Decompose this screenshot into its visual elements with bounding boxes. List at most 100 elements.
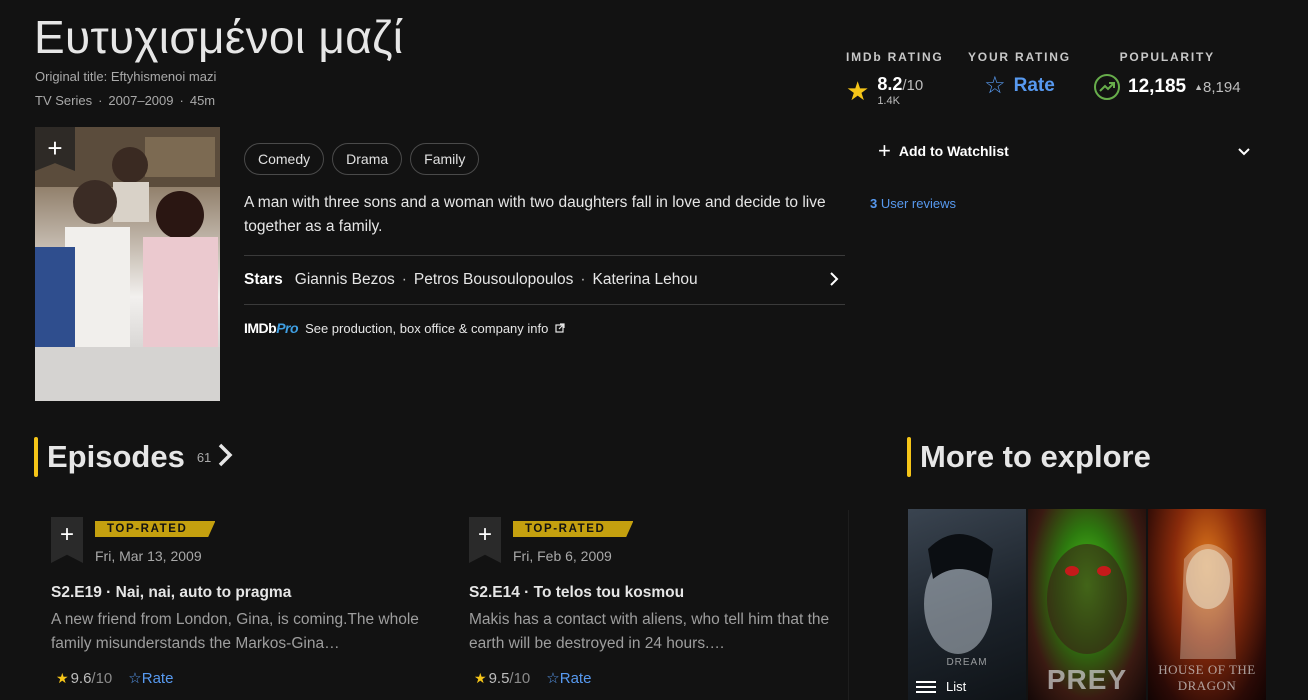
star-outline-icon: ☆ xyxy=(546,670,560,687)
episode-description: Makis has a contact with aliens, who tel… xyxy=(469,611,830,652)
list-badge: List xyxy=(916,679,966,694)
meta-runtime: 45m xyxy=(189,93,216,108)
user-reviews-label: User reviews xyxy=(880,196,956,211)
genre-chip-comedy[interactable]: Comedy xyxy=(244,143,325,175)
episode-rating: ★ 9.5/10 ☆Rate xyxy=(474,669,591,688)
star-filled-icon: ★ xyxy=(474,669,487,686)
episode-code: S2.E19 xyxy=(51,584,102,601)
imdb-score-denom: /10 xyxy=(902,77,924,94)
separator: · xyxy=(580,271,586,288)
rate-button[interactable]: Rate xyxy=(1014,75,1055,97)
chevron-right-icon[interactable] xyxy=(829,270,839,291)
separator: · xyxy=(519,584,534,601)
up-arrow-icon: ▲ xyxy=(1194,81,1204,92)
star-outline-icon: ☆ xyxy=(984,72,1006,99)
popularity[interactable]: POPULARITY 12,185 ▲8,194 xyxy=(1094,50,1241,100)
imdb-score: 8.2 xyxy=(877,74,903,94)
rate-label: Rate xyxy=(141,670,174,687)
stars-label: Stars xyxy=(244,271,283,288)
tile-title: PREY xyxy=(1046,664,1128,695)
chevron-right-icon[interactable] xyxy=(217,443,233,472)
chevron-down-icon[interactable] xyxy=(1238,143,1250,159)
star-link[interactable]: Petros Bousoulopoulos xyxy=(414,271,573,289)
rate-button[interactable]: ☆Rate xyxy=(546,669,591,687)
rate-button[interactable]: ☆Rate xyxy=(128,669,173,687)
popularity-delta-value: 8,194 xyxy=(1203,78,1241,96)
meta-separator: · xyxy=(98,93,103,108)
star-outline-icon: ☆ xyxy=(128,670,142,687)
popularity-value: 12,185 xyxy=(1128,76,1187,97)
add-to-watchlist-ribbon[interactable]: + xyxy=(51,517,83,563)
imdb-rating[interactable]: IMDb RATING ★ 8.2/10 1.4K xyxy=(846,50,944,107)
star-filled-icon: ★ xyxy=(56,669,69,686)
episode-score: 9.5 xyxy=(488,669,510,687)
imdbpro-logo-a: IMDb xyxy=(244,320,277,336)
separator: · xyxy=(401,271,407,288)
imdbpro-logo-b: Pro xyxy=(276,320,299,336)
plus-icon: + xyxy=(878,138,891,163)
episode-code: S2.E14 xyxy=(469,584,520,601)
episode-score: 9.6 xyxy=(70,669,92,687)
popularity-label: POPULARITY xyxy=(1119,50,1215,64)
plot-summary: A man with three sons and a woman with t… xyxy=(244,194,826,235)
genre-chips: Comedy Drama Family xyxy=(244,143,480,175)
episode-date: Fri, Mar 13, 2009 xyxy=(95,548,202,564)
your-rating-label: YOUR RATING xyxy=(968,50,1071,64)
section-accent-bar xyxy=(34,437,38,477)
meta-separator: · xyxy=(179,93,184,108)
external-link-icon xyxy=(555,321,565,336)
more-to-explore-heading: More to explore xyxy=(907,437,1151,477)
episode-score-denom: /10 xyxy=(91,669,113,687)
explore-tile-prey[interactable]: PREY xyxy=(1028,509,1146,700)
episode-date: Fri, Feb 6, 2009 xyxy=(513,548,612,564)
meta-type: TV Series xyxy=(35,93,93,108)
your-rating[interactable]: YOUR RATING ☆ Rate xyxy=(968,50,1071,98)
more-to-explore-title: More to explore xyxy=(920,439,1151,474)
tile-title: HOUSE OF THE DRAGON xyxy=(1158,662,1256,693)
plus-icon: + xyxy=(59,521,74,548)
page-title: Ευτυχισμένοι μαζί xyxy=(34,11,404,63)
stars-row[interactable]: Stars Giannis Bezos · Petros Bousoulopou… xyxy=(244,255,845,305)
explore-tiles: DREAM List PREY HOUSE OF THE DRAGON xyxy=(908,509,1266,700)
carousel-divider xyxy=(848,510,849,700)
episode-description: A new friend from London, Gina, is comin… xyxy=(51,611,419,652)
episode-name: Nai, nai, auto to pragma xyxy=(115,584,292,601)
plus-icon: + xyxy=(477,521,492,548)
episodes-count: 61 xyxy=(196,449,212,465)
episode-rating: ★ 9.6/10 ☆Rate xyxy=(56,669,173,688)
add-to-watchlist-ribbon[interactable]: + xyxy=(469,517,501,563)
star-link[interactable]: Katerina Lehou xyxy=(593,271,698,289)
popularity-delta: ▲8,194 xyxy=(1194,79,1240,96)
original-title: Original title: Eftyhismenoi mazi xyxy=(35,69,217,84)
section-accent-bar xyxy=(907,437,911,477)
episodes-heading[interactable]: Episodes 61 xyxy=(34,437,233,477)
rate-label: Rate xyxy=(559,670,592,687)
add-to-watchlist-button[interactable]: + Add to Watchlist xyxy=(870,136,1260,166)
star-link[interactable]: Giannis Bezos xyxy=(295,271,395,289)
imdbpro-text: See production, box office & company inf… xyxy=(305,320,549,336)
title-meta: TV Series · 2007–2009 · 45m xyxy=(35,93,215,108)
episode-title[interactable]: S2.E14 · To telos tou kosmou xyxy=(469,584,684,602)
meta-years: 2007–2009 xyxy=(108,93,174,108)
genre-chip-family[interactable]: Family xyxy=(410,143,480,175)
imdb-votes: 1.4K xyxy=(877,95,900,107)
imdb-rating-label: IMDb RATING xyxy=(846,50,944,64)
imdbpro-link[interactable]: IMDbPro See production, box office & com… xyxy=(244,320,565,336)
episode-score-denom: /10 xyxy=(509,669,531,687)
watchlist-label: Add to Watchlist xyxy=(898,143,1009,159)
genre-chip-drama[interactable]: Drama xyxy=(332,143,403,175)
star-filled-icon: ★ xyxy=(846,75,870,106)
explore-tile-house-of-the-dragon[interactable]: HOUSE OF THE DRAGON xyxy=(1148,509,1266,700)
episodes-title: Episodes xyxy=(47,439,185,474)
episode-name: To telos tou kosmou xyxy=(533,584,685,601)
list-icon xyxy=(916,680,936,693)
list-label: List xyxy=(946,679,967,694)
poster-image[interactable]: + xyxy=(35,127,220,401)
separator: · xyxy=(101,584,116,601)
episode-title[interactable]: S2.E19 · Nai, nai, auto to pragma xyxy=(51,584,291,602)
imdbpro-logo: IMDbPro xyxy=(244,320,299,336)
user-reviews-link[interactable]: 3 User reviews xyxy=(870,196,956,211)
user-reviews-count: 3 xyxy=(870,196,878,211)
trending-up-icon xyxy=(1094,74,1120,100)
explore-tile-sandman[interactable]: DREAM List xyxy=(908,509,1026,700)
